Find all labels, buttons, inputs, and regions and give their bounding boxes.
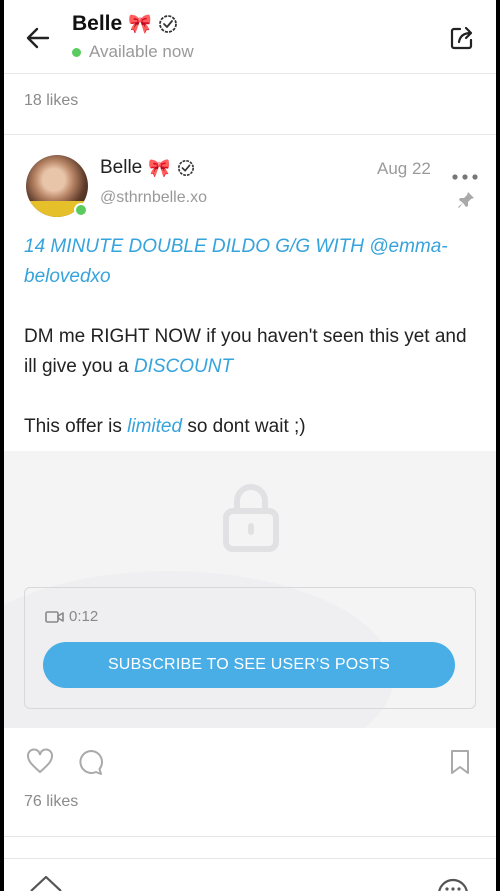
messages-icon	[438, 878, 468, 891]
header-title[interactable]: Belle 🎀	[72, 12, 178, 36]
video-camera-icon	[45, 610, 64, 623]
post-screen: Belle 🎀 Available now 18 likes Belle 🎀 @…	[4, 0, 496, 891]
comment-button[interactable]	[77, 748, 105, 776]
verified-icon	[177, 159, 194, 177]
back-arrow-icon	[26, 27, 50, 49]
duration-text: 0:12	[69, 608, 99, 625]
divider	[4, 836, 496, 837]
heart-icon	[27, 748, 53, 774]
caption-dm-text: DM me RIGHT NOW if you haven't seen this…	[24, 326, 467, 377]
caption-title[interactable]: 14 MINUTE DOUBLE DILDO G/G WITH @emma-be…	[24, 232, 480, 292]
caption-limited: limited	[127, 416, 183, 437]
likes-count[interactable]: 76 likes	[24, 793, 78, 811]
online-dot	[72, 47, 81, 57]
caption-discount: DISCOUNT	[133, 356, 234, 377]
post-date: Aug 22	[377, 159, 431, 178]
pin-icon	[456, 190, 476, 210]
bookmark-icon	[451, 750, 469, 774]
status-text: Available now	[89, 42, 194, 61]
share-button[interactable]	[448, 24, 476, 52]
bottom-nav	[4, 858, 496, 891]
header-name-text: Belle	[72, 12, 123, 35]
bookmark-button[interactable]	[450, 749, 470, 775]
bow-emoji: 🎀	[148, 157, 171, 178]
comment-icon	[79, 749, 104, 775]
home-nav-button[interactable]	[28, 873, 64, 891]
lock-icon	[223, 484, 279, 552]
caption-dm-line: DM me RIGHT NOW if you haven't seen this…	[24, 322, 480, 382]
more-dots-icon	[452, 174, 478, 180]
caption-offer-end: so dont wait ;)	[182, 416, 306, 437]
messages-nav-button[interactable]	[436, 877, 470, 891]
avatar-online-dot	[74, 203, 88, 217]
bow-emoji: 🎀	[128, 14, 152, 35]
divider	[4, 134, 496, 135]
availability-status: Available now	[72, 42, 194, 62]
post-caption: 14 MINUTE DOUBLE DILDO G/G WITH @emma-be…	[24, 232, 480, 442]
verified-icon	[158, 15, 177, 33]
like-button[interactable]	[26, 748, 54, 774]
top-header: Belle 🎀 Available now	[4, 0, 496, 74]
home-icon	[30, 875, 62, 891]
more-options-button[interactable]	[451, 168, 479, 180]
video-duration: 0:12	[45, 608, 98, 625]
post-author-handle[interactable]: @sthrnbelle.xo	[100, 189, 207, 207]
media-info-box: 0:12 SUBSCRIBE TO SEE USER'S POSTS	[24, 587, 476, 709]
caption-offer-line: This offer is limited so dont wait ;)	[24, 412, 480, 442]
back-button[interactable]	[24, 24, 52, 52]
caption-offer-text: This offer is	[24, 416, 128, 437]
share-icon	[450, 26, 473, 50]
likes-count-previous[interactable]: 18 likes	[24, 92, 78, 110]
locked-media[interactable]: 0:12 SUBSCRIBE TO SEE USER'S POSTS	[4, 451, 496, 728]
author-name-text: Belle	[100, 157, 143, 178]
post-author-name[interactable]: Belle 🎀	[100, 157, 195, 179]
subscribe-button[interactable]: SUBSCRIBE TO SEE USER'S POSTS	[43, 642, 455, 688]
